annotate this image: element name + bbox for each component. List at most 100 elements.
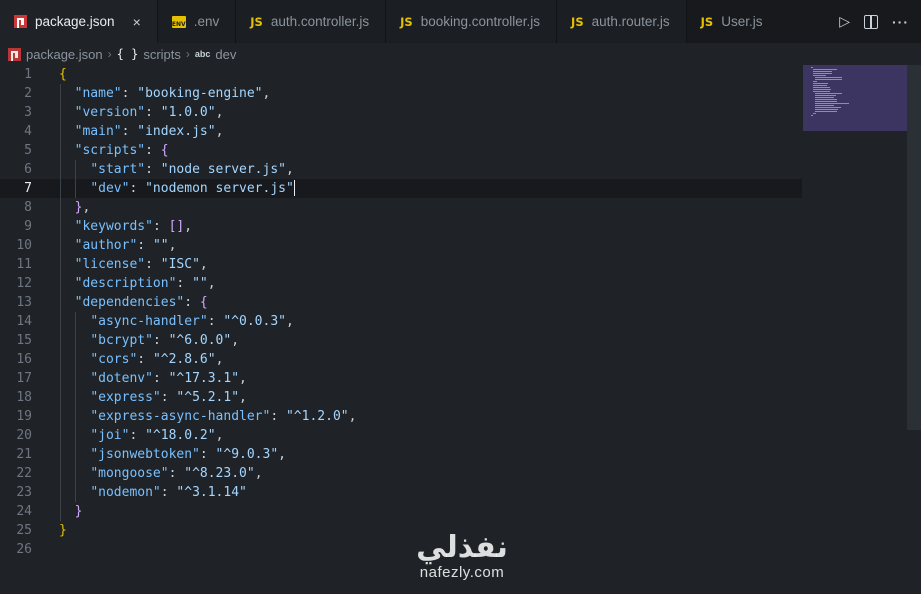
code-line[interactable]: 2 "name": "booking-engine", xyxy=(0,84,802,103)
code-token: [] xyxy=(168,219,185,234)
code-text: "express": "^5.2.1", xyxy=(59,388,247,407)
code-token: , xyxy=(348,409,357,424)
code-line[interactable]: 6 "start": "node server.js", xyxy=(0,160,802,179)
minimap-line xyxy=(813,81,817,82)
minimap-line xyxy=(813,73,832,74)
breadcrumb-item[interactable]: dev xyxy=(215,47,236,62)
minimap-line xyxy=(815,99,837,100)
code-text: "license": "ISC", xyxy=(59,255,208,274)
code-line[interactable]: 12 "description": "", xyxy=(0,274,802,293)
code-line[interactable]: 16 "cors": "^2.8.6", xyxy=(0,350,802,369)
code-line[interactable]: 17 "dotenv": "^17.3.1", xyxy=(0,369,802,388)
code-line[interactable]: 18 "express": "^5.2.1", xyxy=(0,388,802,407)
line-number: 3 xyxy=(24,105,32,120)
javascript-icon: JS xyxy=(571,14,584,29)
code-line[interactable]: 14 "async-handler": "^0.0.3", xyxy=(0,312,802,331)
minimap-line xyxy=(815,105,834,106)
run-icon[interactable]: ▷ xyxy=(839,13,850,30)
minimap-line xyxy=(813,75,826,76)
code-text: "nodemon": "^3.1.14" xyxy=(59,483,247,502)
code-line[interactable]: 26 xyxy=(0,540,802,559)
breadcrumb-section[interactable]: scripts xyxy=(143,47,181,62)
tab-auth-controller[interactable]: JS auth.controller.js xyxy=(236,0,387,43)
code-editor[interactable]: 1{2 "name": "booking-engine", 3 "version"… xyxy=(0,65,921,594)
tab-env[interactable]: ENV .env xyxy=(157,0,237,43)
code-line[interactable]: 11 "license": "ISC", xyxy=(0,255,802,274)
code-token: "joi" xyxy=(90,428,130,443)
code-line[interactable]: 4 "main": "index.js", xyxy=(0,122,802,141)
code-token: "dotenv" xyxy=(90,371,153,386)
minimap-line xyxy=(813,89,831,90)
minimap-line xyxy=(815,111,837,112)
vertical-scrollbar[interactable] xyxy=(907,65,921,430)
breadcrumb-file[interactable]: package.json xyxy=(26,47,103,62)
code-token: "description" xyxy=(74,276,177,291)
tab-label: booking.controller.js xyxy=(420,14,541,29)
code-line[interactable]: 10 "author": "", xyxy=(0,236,802,255)
code-line[interactable]: 21 "jsonwebtoken": "^9.0.3", xyxy=(0,445,802,464)
code-token: , xyxy=(207,276,216,291)
code-line[interactable]: 23 "nodemon": "^3.1.14" xyxy=(0,483,802,502)
code-token: , xyxy=(215,124,224,139)
code-token: "bcrypt" xyxy=(90,333,153,348)
code-token: , xyxy=(168,238,177,253)
tab-auth-router[interactable]: JS auth.router.js xyxy=(557,0,687,43)
code-text: "main": "index.js", xyxy=(59,122,224,141)
code-line[interactable]: 5 "scripts": { xyxy=(0,141,802,160)
code-line[interactable]: 22 "mongoose": "^8.23.0", xyxy=(0,464,802,483)
code-line[interactable]: 8 }, xyxy=(0,198,802,217)
minimap-line xyxy=(813,87,831,88)
code-line[interactable]: 20 "joi": "^18.0.2", xyxy=(0,426,802,445)
code-text: "version": "1.0.0", xyxy=(59,103,224,122)
code-token: "name" xyxy=(74,86,122,101)
code-line[interactable]: 7 "dev": "nodemon server.js" xyxy=(0,179,802,198)
tab-booking-controller[interactable]: JS booking.controller.js xyxy=(386,0,558,43)
line-number: 17 xyxy=(16,371,32,386)
code-token: , xyxy=(254,466,263,481)
code-text: } xyxy=(59,502,83,521)
code-line[interactable]: 13 "dependencies": { xyxy=(0,293,802,312)
indent-guide xyxy=(75,160,77,198)
javascript-icon: JS xyxy=(250,14,263,29)
code-token: : xyxy=(145,257,161,272)
split-editor-icon[interactable] xyxy=(864,14,878,29)
line-number: 25 xyxy=(16,523,32,538)
code-token: , xyxy=(199,257,208,272)
code-text: "start": "node server.js", xyxy=(59,160,294,179)
code-token: : xyxy=(121,124,138,139)
code-token: : xyxy=(152,333,169,348)
tab-user[interactable]: JS User.js xyxy=(686,0,779,43)
minimap[interactable] xyxy=(803,65,921,131)
tab-label: auth.router.js xyxy=(591,14,670,29)
more-actions-icon[interactable]: ··· xyxy=(892,14,909,30)
code-line[interactable]: 1{ xyxy=(0,65,802,84)
code-token: "nodemon server.js" xyxy=(145,181,294,196)
code-line[interactable]: 15 "bcrypt": "^6.0.0", xyxy=(0,331,802,350)
code-text: "dependencies": { xyxy=(59,293,208,312)
code-line[interactable]: 9 "keywords": [], xyxy=(0,217,802,236)
code-token: "^18.0.2" xyxy=(145,428,216,443)
minimap-line xyxy=(815,79,842,80)
code-line[interactable]: 25} xyxy=(0,521,802,540)
env-file-icon: ENV xyxy=(171,15,186,28)
close-icon[interactable]: × xyxy=(133,14,141,30)
javascript-icon: JS xyxy=(700,14,714,29)
code-line[interactable]: 19 "express-async-handler": "^1.2.0", xyxy=(0,407,802,426)
code-line[interactable]: 3 "version": "1.0.0", xyxy=(0,103,802,122)
code-token: } xyxy=(59,523,67,538)
code-token: : xyxy=(129,428,146,443)
minimap-line xyxy=(811,115,813,116)
line-number: 26 xyxy=(16,542,32,557)
code-token: "mongoose" xyxy=(90,466,169,481)
code-token: , xyxy=(231,333,240,348)
code-token: "^1.2.0" xyxy=(285,409,349,424)
line-number: 5 xyxy=(24,143,32,158)
code-token: "^0.0.3" xyxy=(223,314,286,329)
tab-package-json[interactable]: package.json × xyxy=(0,0,158,43)
code-line[interactable]: 24 } xyxy=(0,502,802,521)
